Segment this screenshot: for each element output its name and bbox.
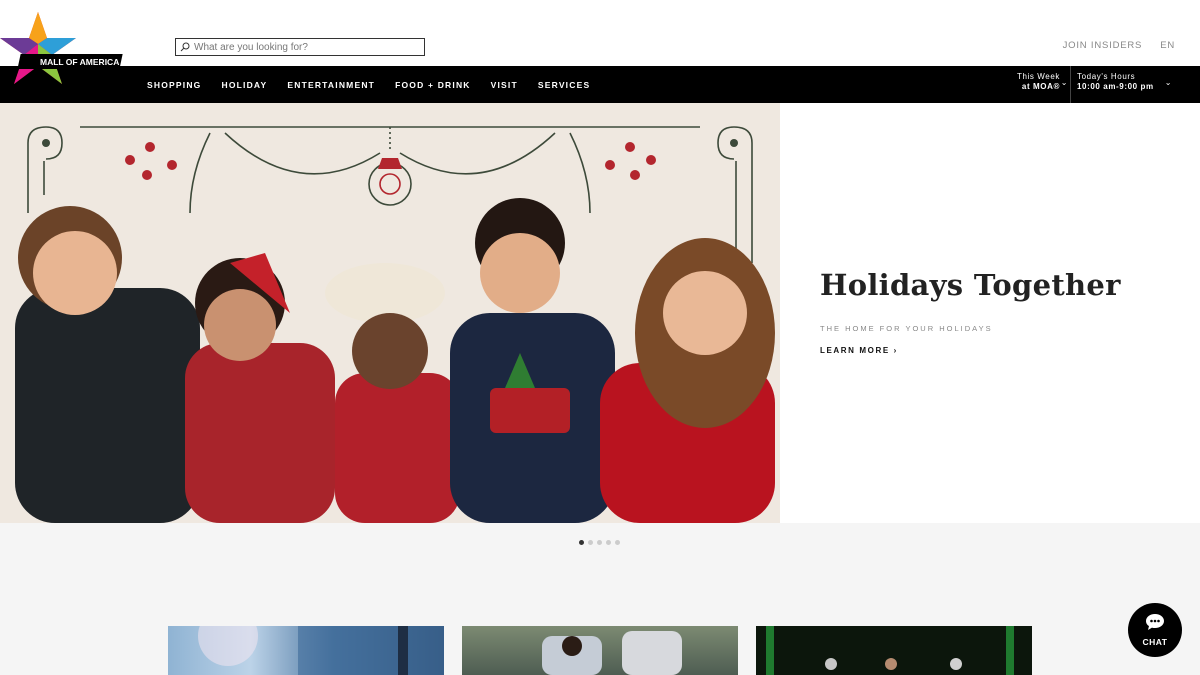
- nav-item-shopping[interactable]: SHOPPING: [147, 80, 201, 90]
- nav-menu: SHOPPING HOLIDAY ENTERTAINMENT FOOD + DR…: [147, 66, 590, 103]
- chat-button[interactable]: CHAT: [1128, 603, 1182, 657]
- language-selector[interactable]: EN: [1160, 40, 1175, 51]
- feature-card-3[interactable]: [756, 626, 1032, 675]
- this-week-dropdown[interactable]: This Week at MOA® ⌄: [1006, 66, 1070, 103]
- top-links: JOIN INSIDERS EN: [1063, 40, 1175, 51]
- top-header: MALL OF AMERICA JOIN INSIDERS EN: [0, 0, 1200, 84]
- people-photo: [542, 631, 682, 675]
- nav-item-entertainment[interactable]: ENTERTAINMENT: [287, 80, 375, 90]
- hero-subtitle: THE HOME FOR YOUR HOLIDAYS: [820, 324, 993, 333]
- main-navigation: SHOPPING HOLIDAY ENTERTAINMENT FOOD + DR…: [0, 66, 1200, 103]
- nav-right-group: This Week at MOA® ⌄ Today's Hours 10:00 …: [1006, 66, 1200, 103]
- todays-hours-dropdown[interactable]: Today's Hours 10:00 am-9:00 pm ⌄: [1070, 66, 1200, 103]
- nav-item-visit[interactable]: VISIT: [491, 80, 518, 90]
- chevron-down-icon: ⌄: [1060, 78, 1068, 87]
- nav-item-holiday[interactable]: HOLIDAY: [221, 80, 267, 90]
- event-photo: [756, 626, 1032, 675]
- logo-text: MALL OF AMERICA: [40, 57, 119, 67]
- nav-item-services[interactable]: SERVICES: [538, 80, 590, 90]
- hours-label: Today's Hours: [1077, 72, 1136, 81]
- this-week-label: This Week: [1016, 72, 1060, 81]
- star-logo-icon: MALL OF AMERICA: [0, 12, 123, 84]
- hero-image[interactable]: [0, 103, 780, 523]
- carousel-dot-1[interactable]: [579, 540, 584, 545]
- hero-title: Holidays Together: [820, 268, 1121, 302]
- hours-value: 10:00 am-9:00 pm: [1077, 82, 1154, 91]
- building-photo: [198, 626, 444, 675]
- hero-banner: Holidays Together THE HOME FOR YOUR HOLI…: [0, 103, 1200, 523]
- chevron-down-icon: ⌄: [1164, 78, 1172, 87]
- search-box[interactable]: [175, 38, 425, 56]
- mall-of-america-logo[interactable]: MALL OF AMERICA: [0, 10, 134, 90]
- learn-more-link[interactable]: LEARN MORE ›: [820, 346, 1180, 355]
- carousel-dots: [579, 540, 620, 545]
- this-week-sub: at MOA®: [1021, 82, 1060, 91]
- search-input[interactable]: [194, 41, 414, 53]
- search-icon: [180, 42, 190, 52]
- hero-text-block: Holidays Together THE HOME FOR YOUR HOLI…: [820, 268, 1180, 355]
- join-insiders-link[interactable]: JOIN INSIDERS: [1063, 40, 1143, 51]
- chat-label: CHAT: [1142, 637, 1168, 647]
- carousel-dot-2[interactable]: [588, 540, 593, 545]
- feature-card-2[interactable]: [462, 626, 738, 675]
- nav-item-food-drink[interactable]: FOOD + DRINK: [395, 80, 471, 90]
- feature-card-1[interactable]: [168, 626, 444, 675]
- carousel-dot-5[interactable]: [615, 540, 620, 545]
- carousel-dot-4[interactable]: [606, 540, 611, 545]
- carousel-dot-3[interactable]: [597, 540, 602, 545]
- chat-bubble-icon: [1146, 614, 1164, 630]
- holiday-kids-illustration: [0, 103, 780, 523]
